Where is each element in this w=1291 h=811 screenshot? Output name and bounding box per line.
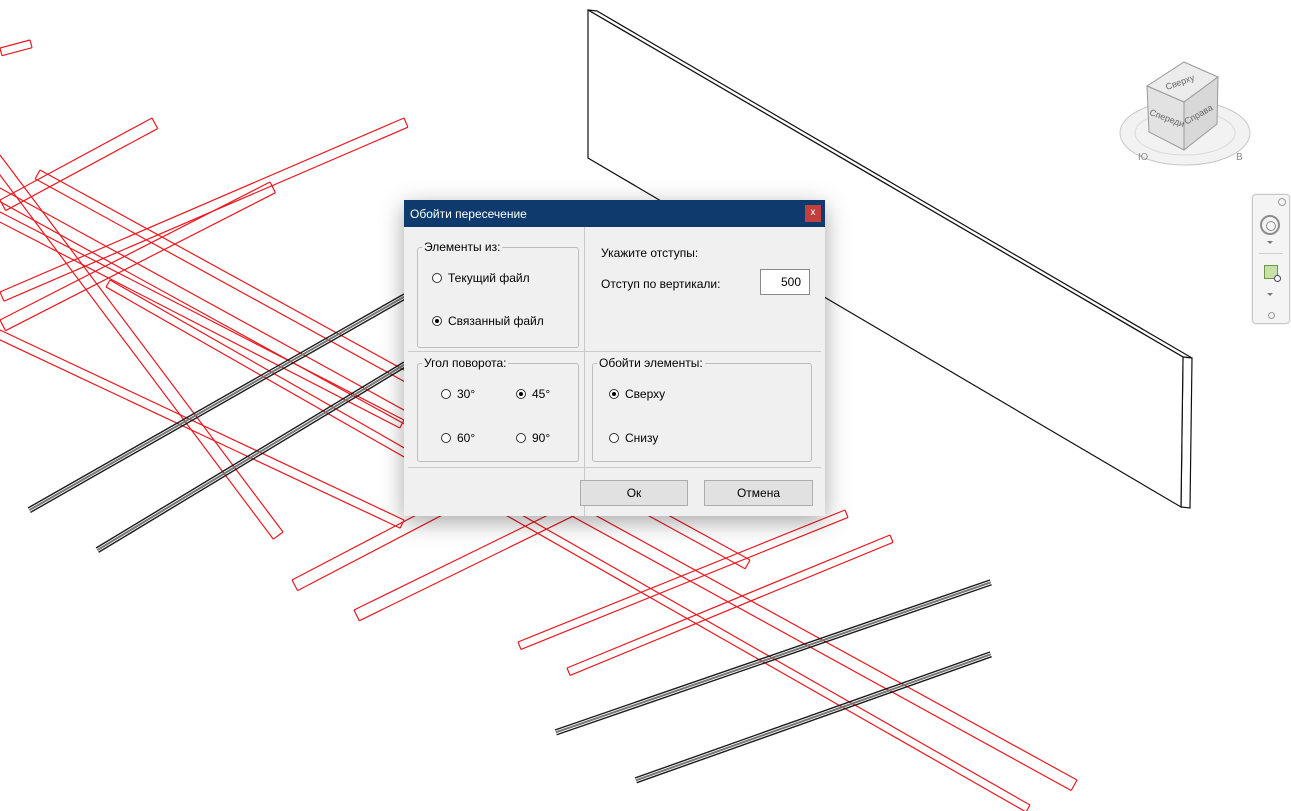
beam-end (744, 559, 751, 570)
beam-end (291, 579, 299, 591)
vertical-offset-label: Отступ по вертикали: (601, 277, 721, 291)
radio-bypass-below-label: Снизу (625, 431, 659, 445)
profile-edge (636, 656, 992, 784)
dialog-titlebar[interactable]: Обойти пересечение x (404, 200, 825, 227)
beam-end (517, 641, 522, 650)
radio-bypass-below[interactable]: Снизу (609, 431, 658, 445)
beam-end (0, 199, 7, 211)
radio-angle-45-label: 45° (532, 387, 551, 401)
beam-end (1025, 804, 1031, 811)
radio-angle-30-label: 30° (457, 387, 476, 401)
chevron-down-icon[interactable] (1267, 293, 1273, 296)
nav-divider (1259, 253, 1283, 254)
beam-edge (1, 47, 33, 57)
profile-web (96, 363, 406, 551)
beam-end (105, 279, 111, 288)
radio-circle-icon (441, 389, 451, 399)
beam-end (353, 609, 360, 622)
offsets-heading: Укажите отступы: (601, 246, 699, 260)
profile-edge (556, 584, 992, 736)
dialog-title: Обойти пересечение (410, 207, 527, 221)
bypass-intersection-dialog: Обойти пересечение x Элементы из: Текущи… (404, 200, 825, 516)
beam-edge (520, 516, 849, 650)
beam-edge (0, 339, 401, 529)
beam-end (0, 291, 5, 302)
radio-angle-90[interactable]: 90° (516, 431, 550, 445)
profile-edge (634, 651, 991, 779)
radio-circle-icon (432, 273, 442, 283)
nav-options-icon[interactable] (1268, 312, 1275, 319)
beam-edge (566, 534, 891, 669)
beam-edge (3, 126, 409, 302)
beam-end (1070, 779, 1078, 791)
beam-end (844, 509, 849, 518)
beam-edge (569, 541, 894, 676)
beam-end (403, 117, 409, 128)
radio-current-file[interactable]: Текущий файл (432, 271, 530, 285)
radio-circle-icon (609, 433, 619, 443)
footer-divider (408, 467, 821, 468)
source-group-legend: Элементы из: (422, 240, 503, 254)
radio-bypass-above[interactable]: Сверху (609, 387, 665, 401)
vertical-divider (584, 227, 585, 516)
ok-button[interactable]: Ок (580, 480, 688, 506)
radio-angle-30[interactable]: 30° (441, 387, 475, 401)
beam-end (29, 39, 33, 48)
beam-end (273, 531, 284, 540)
compass-south-label: Ю (1138, 152, 1148, 163)
beam-edge (0, 117, 405, 293)
radio-circle-icon (516, 433, 526, 443)
radio-circle-icon (516, 389, 526, 399)
radio-linked-file[interactable]: Связанный файл (432, 314, 544, 328)
dialog-close-button[interactable]: x (805, 205, 821, 222)
radio-circle-icon (609, 389, 619, 399)
beam-end (0, 319, 6, 331)
radio-circle-icon (441, 433, 451, 443)
compass-east-label: В (1236, 152, 1243, 163)
vertical-offset-input[interactable] (760, 269, 810, 295)
beam-end (0, 47, 3, 56)
steering-wheel-icon[interactable] (1260, 215, 1280, 235)
chevron-down-icon[interactable] (1267, 241, 1273, 244)
beam-edge (0, 181, 271, 321)
beam-edge (5, 128, 158, 212)
profile-edge (95, 361, 405, 549)
radio-angle-45[interactable]: 45° (516, 387, 550, 401)
radio-angle-90-label: 90° (532, 431, 551, 445)
beam-end (566, 667, 571, 676)
beam-end (889, 534, 894, 543)
bypass-group-legend: Обойти элементы: (597, 356, 705, 370)
source-group: Элементы из: Текущий файл Связанный файл (417, 240, 579, 348)
bypass-group: Обойти элементы: Сверху Снизу (592, 356, 812, 462)
radio-current-file-label: Текущий файл (448, 271, 530, 285)
angle-group-legend: Угол поворота: (422, 356, 509, 370)
beam-edge (0, 173, 274, 540)
beam-edge (0, 221, 401, 429)
beam-edge (0, 211, 405, 421)
radio-angle-60[interactable]: 60° (441, 431, 475, 445)
beam-edge (0, 39, 31, 49)
angle-group: Угол поворота: 30° 45° 60° 90° (417, 356, 579, 462)
viewcube[interactable]: Сверху Спереди Справа Ю В (1119, 61, 1251, 166)
beam-end (34, 169, 41, 180)
beam-end (151, 117, 159, 129)
beam-end (269, 181, 276, 193)
radio-circle-icon (432, 316, 442, 326)
close-icon[interactable] (1278, 198, 1286, 206)
profile-edge (98, 365, 407, 553)
radio-bypass-above-label: Сверху (625, 387, 666, 401)
cancel-button[interactable]: Отмена (704, 480, 813, 506)
radio-angle-60-label: 60° (457, 431, 476, 445)
zoom-region-icon[interactable] (1264, 265, 1281, 282)
navigation-bar (1252, 194, 1290, 324)
beam-edge (517, 509, 846, 643)
radio-linked-file-label: Связанный файл (448, 314, 544, 328)
beam-edge (0, 117, 153, 201)
horizontal-divider (408, 351, 821, 352)
